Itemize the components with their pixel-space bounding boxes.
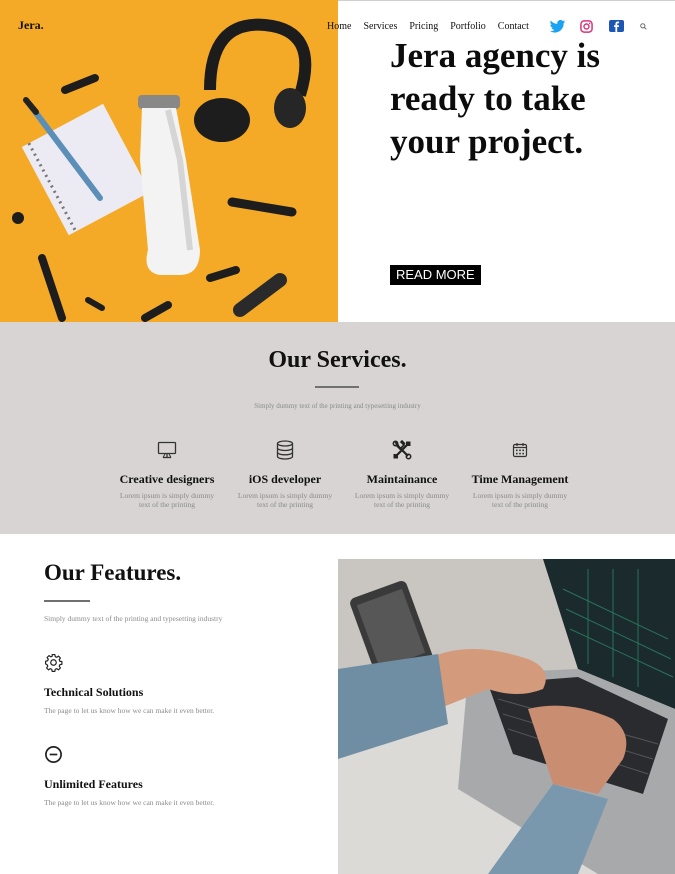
instagram-icon[interactable] — [580, 19, 593, 33]
minus-circle-icon — [44, 745, 304, 769]
service-description: Lorem ipsum is simply dummy text of the … — [237, 491, 333, 509]
feature-title: Technical Solutions — [44, 685, 144, 699]
feature-description: The page to let us know how we can make … — [44, 798, 215, 807]
features-title: Our Features. — [44, 560, 182, 585]
features-divider — [44, 600, 90, 602]
service-card-time-management[interactable]: Time Management Lorem ipsum is simply du… — [465, 440, 575, 509]
service-card-ios-developer[interactable]: iOS developer Lorem ipsum is simply dumm… — [230, 440, 340, 509]
laptop-image — [338, 559, 675, 874]
features-subtitle: Simply dummy text of the printing and ty… — [44, 614, 223, 623]
feature-item-unlimited-features: Unlimited Features The page to let us kn… — [44, 745, 304, 807]
hero-section: Jera. Home Services Pricing Portfolio Co… — [0, 0, 675, 322]
services-divider — [315, 386, 359, 388]
monitor-icon — [112, 440, 222, 460]
services-title: Our Services. — [268, 347, 407, 373]
nav-item-services[interactable]: Services — [363, 21, 397, 32]
services-subtitle: Simply dummy text of the printing and ty… — [254, 402, 421, 410]
service-description: Lorem ipsum is simply dummy text of the … — [472, 491, 568, 509]
database-icon — [230, 440, 340, 460]
feature-title: Unlimited Features — [44, 777, 143, 791]
header-divider — [338, 0, 675, 1]
search-icon[interactable] — [640, 22, 647, 30]
nav-item-portfolio[interactable]: Portfolio — [450, 21, 486, 32]
nav-item-pricing[interactable]: Pricing — [409, 21, 438, 32]
gear-icon — [44, 653, 304, 677]
facebook-icon[interactable] — [608, 20, 624, 32]
twitter-icon[interactable] — [549, 19, 566, 33]
read-more-button[interactable]: READ MORE — [390, 265, 481, 285]
service-title: Maintainance — [366, 472, 438, 486]
service-card-maintainance[interactable]: Maintainance Lorem ipsum is simply dummy… — [347, 440, 457, 509]
nav-item-contact[interactable]: Contact — [498, 21, 529, 32]
hero-title: Jera agency is ready to take your projec… — [390, 36, 600, 161]
brand-logo[interactable]: Jera. — [18, 18, 44, 33]
service-description: Lorem ipsum is simply dummy text of the … — [354, 491, 450, 509]
tools-icon — [347, 440, 457, 460]
service-title: Time Management — [471, 472, 569, 486]
services-section: Our Services. Simply dummy text of the p… — [0, 322, 675, 534]
calendar-icon — [465, 440, 575, 460]
service-description: Lorem ipsum is simply dummy text of the … — [119, 491, 215, 509]
hero-image — [0, 0, 338, 322]
service-card-creative-designers[interactable]: Creative designers Lorem ipsum is simply… — [112, 440, 222, 509]
service-title: Creative designers — [119, 472, 215, 486]
nav-item-home[interactable]: Home — [327, 21, 351, 32]
features-section: Our Features. Simply dummy text of the p… — [0, 534, 675, 874]
feature-description: The page to let us know how we can make … — [44, 706, 215, 715]
feature-item-technical-solutions: Technical Solutions The page to let us k… — [44, 653, 304, 715]
service-title: iOS developer — [248, 472, 322, 486]
main-nav: Home Services Pricing Portfolio Contact — [327, 18, 647, 34]
